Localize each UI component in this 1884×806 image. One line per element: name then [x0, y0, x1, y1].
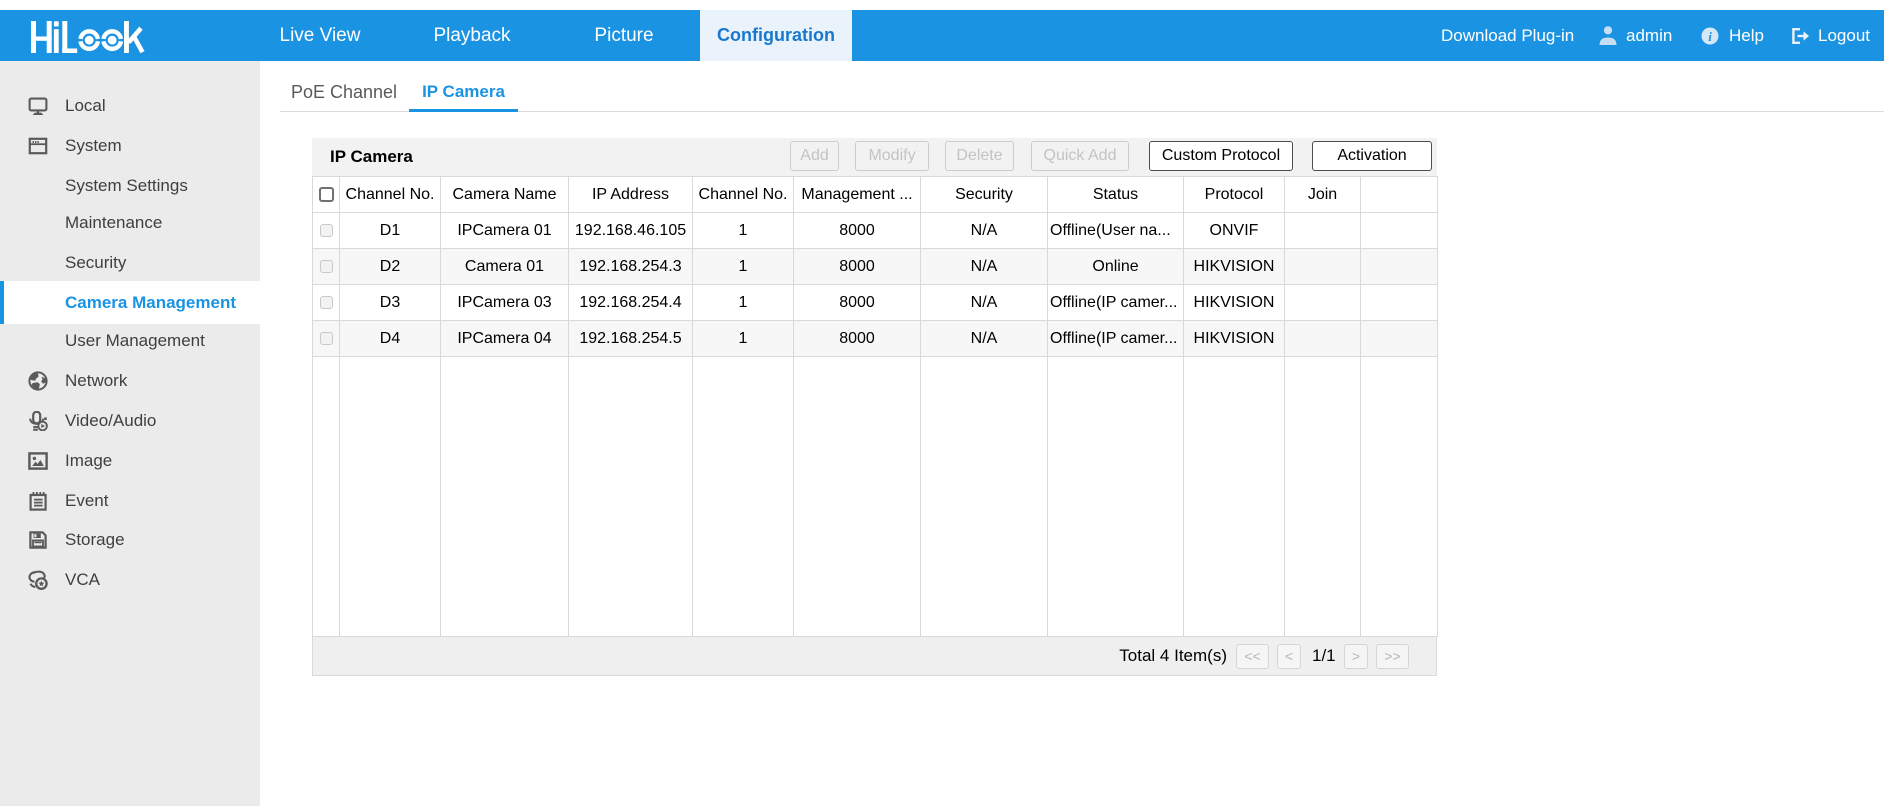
- svg-text:i: i: [1708, 29, 1712, 44]
